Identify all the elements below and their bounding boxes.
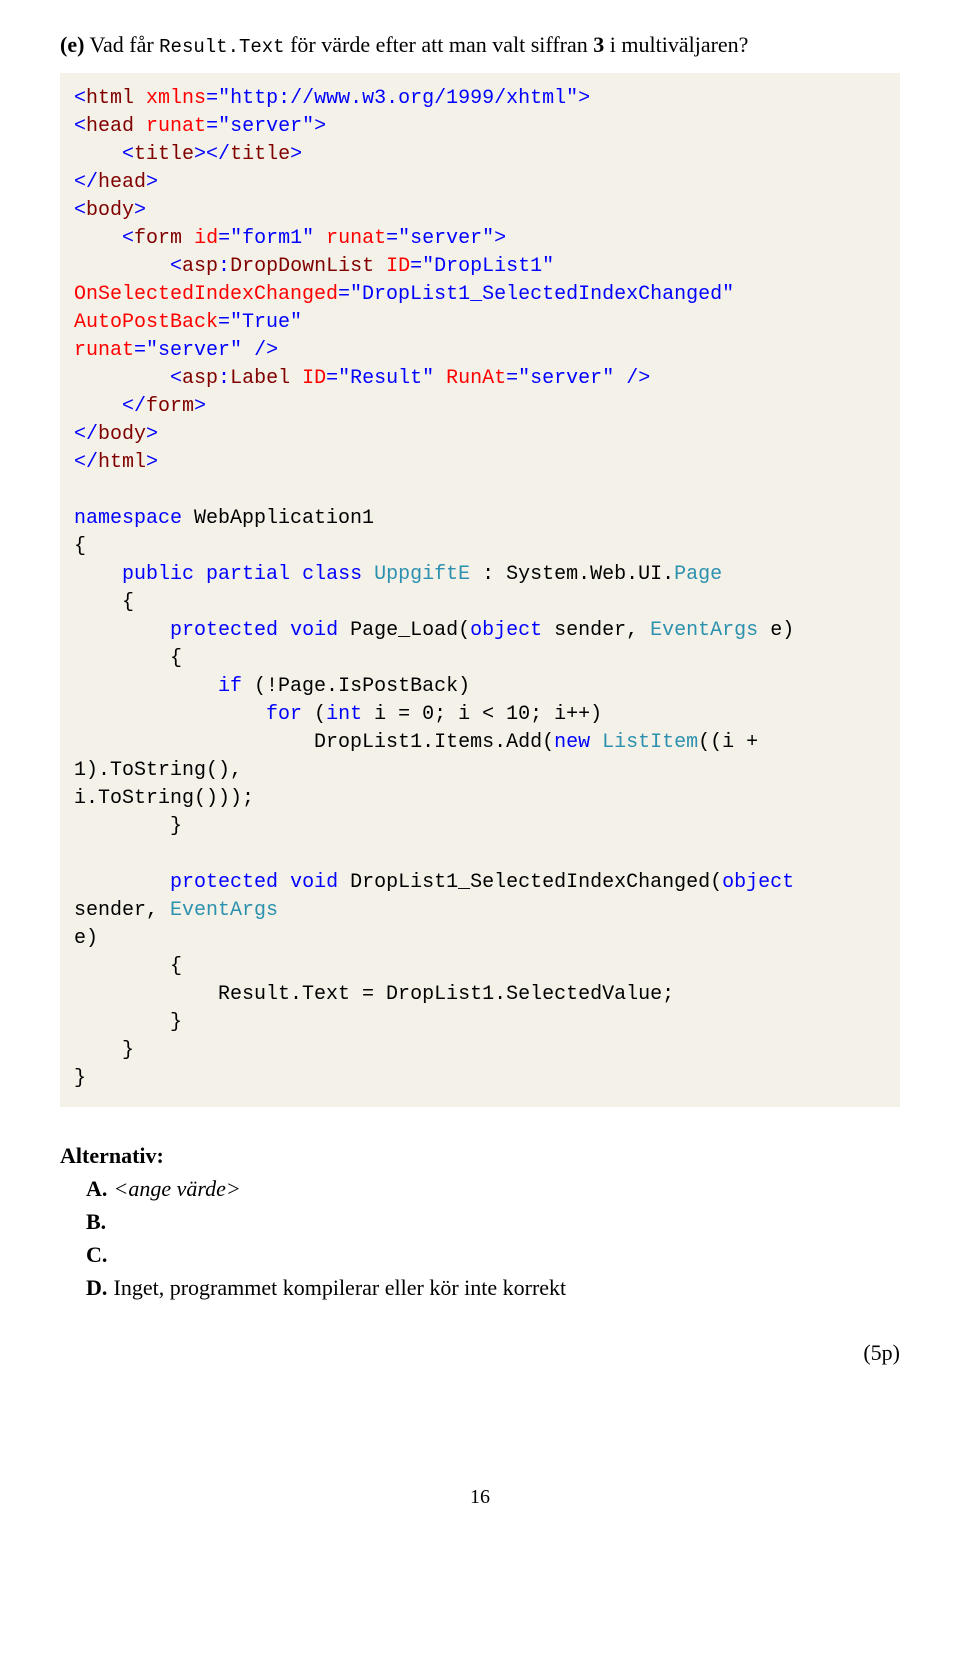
q-text-2: för värde efter att man valt siffran: [285, 32, 594, 57]
alt-d-letter: D.: [86, 1271, 108, 1304]
alt-a-text: <ange värde>: [108, 1176, 241, 1201]
code-block: <html xmlns="http://www.w3.org/1999/xhtm…: [60, 73, 900, 1107]
inline-code: Result.Text: [159, 36, 284, 58]
alt-b-letter: B.: [86, 1205, 108, 1238]
q-text-1: Vad får: [84, 32, 159, 57]
alt-c-letter: C.: [86, 1238, 108, 1271]
points-label: (5p): [60, 1340, 900, 1366]
alternative-a: A. <ange värde>: [86, 1172, 900, 1205]
q-text-3: i multiväljaren?: [604, 32, 748, 57]
alternatives: Alternativ: A. <ange värde> B. C. D. Ing…: [60, 1139, 900, 1304]
alternatives-heading: Alternativ:: [60, 1139, 900, 1172]
alternative-b: B.: [86, 1205, 900, 1238]
q-num: 3: [593, 32, 604, 57]
question-text: (e) Vad får Result.Text för värde efter …: [60, 30, 900, 61]
question-label: (e): [60, 32, 84, 57]
page-number: 16: [60, 1486, 900, 1509]
page-content: (e) Vad får Result.Text för värde efter …: [0, 0, 960, 1549]
alt-d-text: Inget, programmet kompilerar eller kör i…: [108, 1275, 566, 1300]
alternative-d: D. Inget, programmet kompilerar eller kö…: [86, 1271, 900, 1304]
alt-a-letter: A.: [86, 1172, 108, 1205]
alternative-c: C.: [86, 1238, 900, 1271]
